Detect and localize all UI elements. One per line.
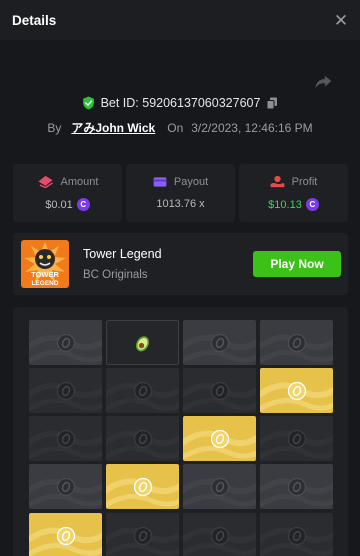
coin-icon xyxy=(133,477,152,496)
on-label: On xyxy=(167,120,184,135)
tower-tile xyxy=(106,513,179,556)
header-title: Details xyxy=(12,12,57,28)
coin-icon xyxy=(133,526,152,545)
bet-stats: Amount $0.01 C Payout 1013.76 x Profit $… xyxy=(13,164,348,222)
bcd-coin-icon: C xyxy=(305,198,319,211)
close-icon[interactable]: ✕ xyxy=(332,12,350,29)
user-link[interactable]: アみJohn Wick xyxy=(71,119,155,136)
shield-check-icon xyxy=(82,96,94,110)
payout-stat: Payout 1013.76 x xyxy=(126,164,235,222)
tower-tile xyxy=(183,320,256,365)
coin-icon xyxy=(287,429,306,448)
coin-icon xyxy=(56,429,75,448)
tower-tile xyxy=(29,320,102,365)
coin-icon xyxy=(287,333,306,352)
tower-tile xyxy=(183,368,256,413)
coin-icon xyxy=(56,333,75,352)
tower-tile xyxy=(106,416,179,461)
profit-icon xyxy=(270,175,285,188)
coin-icon xyxy=(56,526,75,545)
play-now-button[interactable]: Play Now xyxy=(253,251,341,277)
by-label: By xyxy=(47,120,62,135)
coin-icon xyxy=(56,477,75,496)
bet-details-panel: Details ✕ Bet ID: 59206137060327607 By ア… xyxy=(0,0,360,556)
profit-label: Profit xyxy=(291,175,318,188)
tower-board xyxy=(13,307,348,556)
money-icon xyxy=(37,175,53,188)
coin-icon xyxy=(56,381,75,400)
game-name: Tower Legend xyxy=(83,247,162,261)
coin-icon xyxy=(133,381,152,400)
share-icon[interactable] xyxy=(312,71,334,93)
coin-icon xyxy=(210,429,229,448)
tower-tile xyxy=(183,464,256,509)
bet-id-text: Bet ID: 59206137060327607 xyxy=(100,96,261,110)
tower-tile xyxy=(260,320,333,365)
thumb-title-1: TOWER xyxy=(31,270,59,279)
tower-tile xyxy=(29,416,102,461)
tower-tile xyxy=(106,464,179,509)
amount-value: $0.01 xyxy=(45,198,73,211)
profit-value: $10.13 xyxy=(268,198,302,211)
tower-tile xyxy=(260,368,333,413)
game-provider: BC Originals xyxy=(83,269,148,281)
tower-tile xyxy=(29,368,102,413)
game-card: TOWER LEGEND Tower Legend BC Originals P… xyxy=(13,233,348,295)
copy-icon[interactable] xyxy=(266,97,278,110)
payout-label: Payout xyxy=(173,176,209,188)
game-thumbnail[interactable]: TOWER LEGEND xyxy=(21,240,69,288)
tower-tile xyxy=(29,464,102,509)
coin-icon xyxy=(133,429,152,448)
payout-value: 1013.76 x xyxy=(156,198,205,210)
tower-tile xyxy=(260,464,333,509)
coin-icon xyxy=(287,526,306,545)
wallet-icon xyxy=(153,177,167,187)
amount-stat: Amount $0.01 C xyxy=(13,164,122,222)
tower-tile xyxy=(183,416,256,461)
tower-tile xyxy=(29,513,102,556)
thumb-title-2: LEGEND xyxy=(31,280,58,287)
tower-tile xyxy=(260,416,333,461)
tower-tile xyxy=(106,368,179,413)
bet-timestamp: 3/2/2023, 12:46:16 PM xyxy=(191,120,313,135)
coin-icon xyxy=(287,381,306,400)
tower-tile xyxy=(260,513,333,556)
coin-icon xyxy=(210,526,229,545)
coin-icon xyxy=(210,477,229,496)
bet-author-row: By アみJohn Wick On 3/2/2023, 12:46:16 PM xyxy=(0,119,360,136)
tower-tile xyxy=(183,513,256,556)
profit-stat: Profit $10.13 C xyxy=(239,164,348,222)
coin-icon xyxy=(210,381,229,400)
tower-tile xyxy=(106,320,179,365)
bcd-coin-icon: C xyxy=(76,198,90,211)
details-header: Details ✕ xyxy=(0,0,360,40)
amount-label: Amount xyxy=(60,175,99,188)
bet-id-row: Bet ID: 59206137060327607 xyxy=(0,96,360,110)
coin-icon xyxy=(287,477,306,496)
avocado-icon xyxy=(135,335,149,351)
coin-icon xyxy=(210,333,229,352)
